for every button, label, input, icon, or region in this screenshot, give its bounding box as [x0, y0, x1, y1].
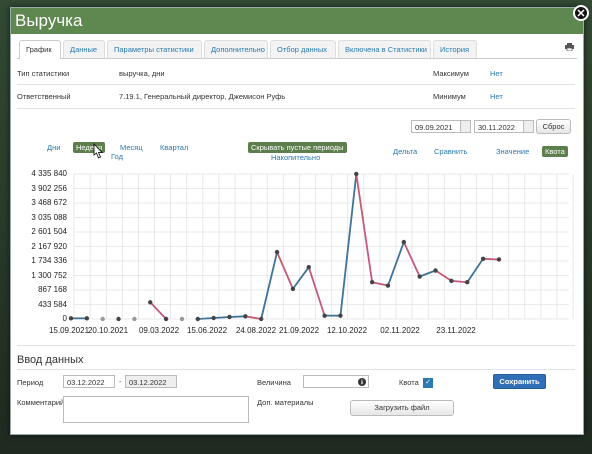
- comment-label: Комментарий: [17, 398, 65, 407]
- data-point: [116, 316, 121, 322]
- empty-data-point: [132, 316, 137, 322]
- data-point: [354, 171, 359, 177]
- data-point: [369, 280, 375, 285]
- series-segment: [483, 257, 499, 261]
- value-label: Величина: [257, 378, 291, 387]
- data-point: [290, 286, 296, 292]
- series-segment: [276, 251, 294, 290]
- quota-label: Квота: [399, 378, 419, 387]
- data-point: [274, 249, 280, 255]
- close-icon[interactable]: ✕: [573, 5, 589, 21]
- data-point: [68, 316, 74, 321]
- mouse-cursor-icon: [93, 143, 103, 159]
- period-separator: -: [119, 377, 122, 386]
- empty-data-point: [179, 316, 185, 322]
- data-entry-title: Ввод данных: [17, 354, 84, 366]
- period-label: Период: [17, 378, 44, 387]
- data-point: [385, 283, 391, 288]
- quota-checkbox[interactable]: ✓: [423, 378, 433, 388]
- series-segment: [245, 315, 262, 320]
- series-segment: [355, 173, 374, 283]
- data-point: [496, 257, 502, 262]
- empty-data-point: [100, 316, 105, 322]
- series-segment: [197, 317, 214, 320]
- data-point: [243, 314, 248, 319]
- data-point: [480, 256, 486, 262]
- comment-textarea[interactable]: [63, 396, 249, 423]
- data-point: [84, 316, 90, 321]
- data-point: [195, 316, 200, 322]
- series-segment: [260, 251, 278, 320]
- period-from-input[interactable]: 03.12.2022: [63, 375, 115, 388]
- data-point: [211, 315, 216, 321]
- divider: [17, 345, 575, 346]
- data-point: [306, 264, 311, 270]
- data-point: [401, 239, 407, 245]
- data-point: [465, 280, 470, 285]
- data-point: [433, 268, 438, 273]
- series-segment: [292, 266, 310, 290]
- upload-file-button[interactable]: Загрузить файл: [350, 400, 454, 416]
- info-icon[interactable]: [358, 378, 366, 386]
- materials-label: Доп. материалы: [257, 398, 314, 407]
- data-point: [322, 313, 327, 318]
- data-point: [449, 278, 454, 284]
- data-point: [417, 274, 422, 279]
- data-point: [338, 313, 343, 318]
- data-point: [227, 314, 232, 320]
- data-point: [259, 316, 264, 322]
- series-segment: [213, 316, 230, 319]
- save-button[interactable]: Сохранить: [493, 374, 546, 389]
- data-point: [163, 316, 169, 322]
- series-segment: [229, 315, 246, 318]
- divider: [17, 369, 575, 370]
- series-segment: [466, 258, 484, 283]
- statistics-dialog: Выручка График Данные Параметры статисти…: [10, 7, 584, 435]
- series-segment: [339, 173, 358, 316]
- revenue-line-chart: [68, 171, 574, 322]
- series-segment: [307, 266, 326, 316]
- series-segment: [451, 279, 468, 284]
- period-to-input: 03.12.2022: [125, 375, 177, 388]
- data-point: [148, 300, 153, 305]
